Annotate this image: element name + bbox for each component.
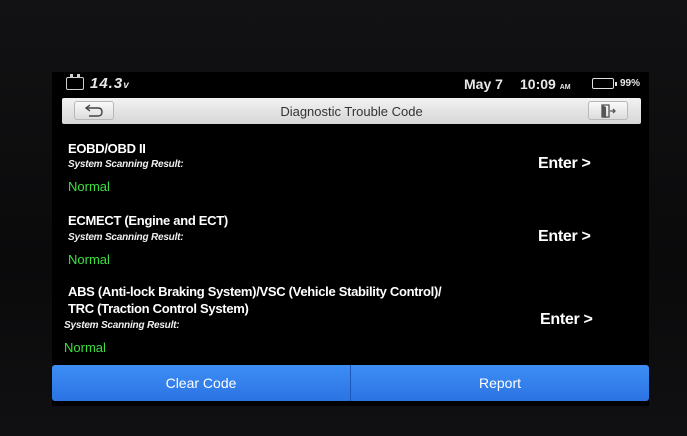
- exit-button[interactable]: [588, 101, 628, 120]
- voltage-unit: v: [123, 80, 130, 91]
- voltage-readout: 14.3v: [90, 75, 130, 92]
- system-status: Normal: [68, 179, 110, 194]
- enter-button[interactable]: Enter >: [538, 228, 591, 246]
- battery-percent: 99%: [620, 78, 641, 89]
- voltage-value: 14.3: [90, 75, 124, 92]
- bottom-action-bar: Clear Code Report: [52, 365, 649, 401]
- enter-button[interactable]: Enter >: [540, 311, 593, 329]
- system-subtitle: System Scanning Result:: [64, 320, 180, 331]
- status-date: May 7: [464, 76, 503, 92]
- system-name: EOBD/OBD II: [68, 141, 146, 156]
- title-bar: Diagnostic Trouble Code: [62, 98, 641, 124]
- system-status: Normal: [64, 340, 106, 355]
- status-clock: 10:09: [520, 76, 556, 92]
- enter-button[interactable]: Enter >: [538, 155, 591, 173]
- device-screen: 14.3v May 7 10:09 AM 99% Diagnostic Trou…: [52, 72, 649, 406]
- status-ampm: AM: [559, 84, 571, 91]
- system-name: ECMECT (Engine and ECT): [68, 213, 228, 228]
- status-time: 10:09 AM: [520, 76, 571, 92]
- car-battery-icon: [66, 74, 84, 90]
- system-subtitle: System Scanning Result:: [68, 232, 184, 243]
- system-name-line1: ABS (Anti-lock Braking System)/VSC (Vehi…: [68, 284, 442, 299]
- system-name-line2: TRC (Traction Control System): [68, 301, 249, 316]
- status-bar: 14.3v May 7 10:09 AM 99%: [52, 72, 649, 94]
- report-button[interactable]: Report: [350, 365, 649, 401]
- page-title: Diagnostic Trouble Code: [280, 104, 423, 119]
- system-subtitle: System Scanning Result:: [68, 159, 184, 170]
- battery-icon: [592, 78, 617, 89]
- exit-door-icon: [601, 103, 616, 118]
- system-status: Normal: [68, 252, 110, 267]
- clear-code-button[interactable]: Clear Code: [52, 365, 350, 401]
